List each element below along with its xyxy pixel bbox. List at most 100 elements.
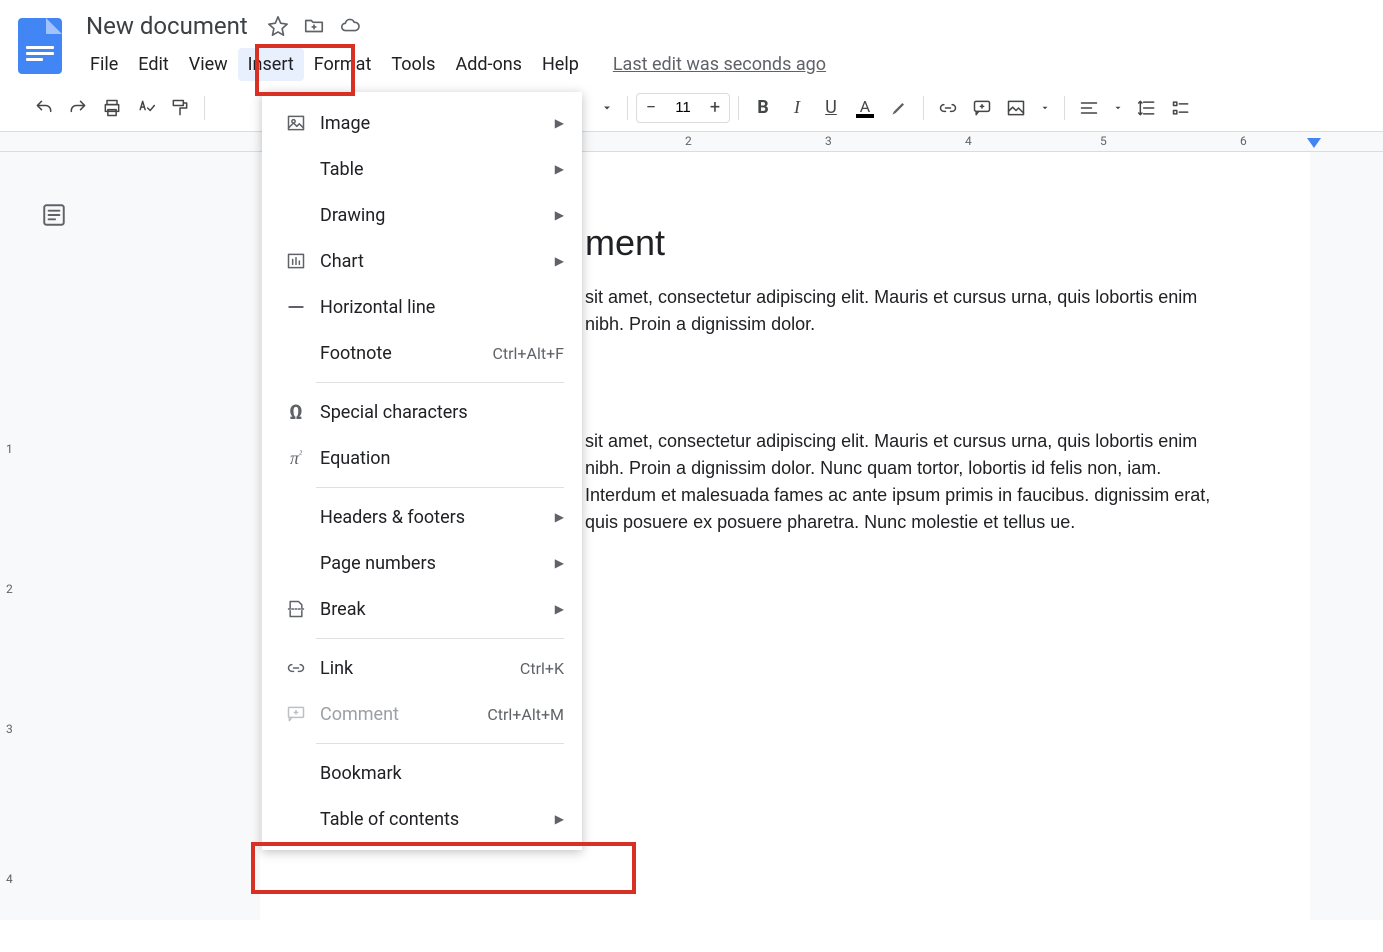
menu-item-label: Headers & footers xyxy=(320,507,555,528)
ruler-mark: 4 xyxy=(6,872,13,886)
insert-menu-page-numbers[interactable]: Page numbers▶ xyxy=(262,540,582,586)
ruler-indent-marker[interactable] xyxy=(1307,138,1321,148)
menu-item-label: Table of contents xyxy=(320,809,555,830)
submenu-arrow-icon: ▶ xyxy=(555,510,564,524)
insert-image-icon[interactable] xyxy=(1000,92,1032,124)
menu-insert[interactable]: Insert xyxy=(238,48,304,81)
ruler-mark: 6 xyxy=(1240,134,1247,148)
menu-item-label: Horizontal line xyxy=(320,297,564,318)
menu-item-label: Image xyxy=(320,113,555,134)
submenu-arrow-icon: ▶ xyxy=(555,812,564,826)
doc-heading[interactable]: ment xyxy=(585,222,1220,264)
menu-separator xyxy=(316,743,564,744)
last-edit-link[interactable]: Last edit was seconds ago xyxy=(613,54,826,75)
menu-separator xyxy=(316,382,564,383)
menu-item-label: Comment xyxy=(320,704,487,725)
image-dropdown[interactable] xyxy=(1034,92,1056,124)
spellcheck-icon[interactable] xyxy=(130,92,162,124)
submenu-arrow-icon: ▶ xyxy=(555,162,564,176)
insert-menu-bookmark[interactable]: Bookmark xyxy=(262,750,582,796)
ruler-mark: 2 xyxy=(685,134,692,148)
menu-tools[interactable]: Tools xyxy=(381,48,445,81)
menu-item-label: Link xyxy=(320,658,520,679)
paint-format-icon[interactable] xyxy=(164,92,196,124)
menu-item-label: Table xyxy=(320,159,555,180)
underline-icon[interactable]: U xyxy=(815,92,847,124)
checklist-icon[interactable] xyxy=(1165,92,1197,124)
menu-item-label: Special characters xyxy=(320,402,564,423)
comment-icon xyxy=(280,704,312,724)
ruler-mark: 1 xyxy=(6,442,13,456)
insert-menu-table-of-contents[interactable]: Table of contents▶ xyxy=(262,796,582,842)
print-icon[interactable] xyxy=(96,92,128,124)
text-color-icon[interactable]: A xyxy=(849,92,881,124)
align-dropdown[interactable] xyxy=(1107,92,1129,124)
menu-addons[interactable]: Add-ons xyxy=(445,48,532,81)
insert-menu-dropdown: Image▶Table▶Drawing▶Chart▶Horizontal lin… xyxy=(262,92,582,850)
highlight-icon[interactable] xyxy=(883,92,915,124)
horizontal-ruler[interactable]: 2 3 4 5 6 xyxy=(0,132,1383,152)
menu-item-label: Page numbers xyxy=(320,553,555,574)
align-icon[interactable] xyxy=(1073,92,1105,124)
shortcut-label: Ctrl+Alt+F xyxy=(492,344,564,363)
menu-item-label: Equation xyxy=(320,448,564,469)
shortcut-label: Ctrl+K xyxy=(520,659,564,678)
menu-item-label: Footnote xyxy=(320,343,492,364)
menu-format[interactable]: Format xyxy=(304,48,382,81)
image-icon xyxy=(280,113,312,133)
ruler-mark: 3 xyxy=(6,722,13,736)
redo-icon[interactable] xyxy=(62,92,94,124)
document-title[interactable]: New document xyxy=(80,10,254,42)
hr-icon xyxy=(280,297,312,317)
font-family-dropdown[interactable] xyxy=(595,92,619,124)
font-size-increase[interactable]: + xyxy=(701,94,729,122)
insert-menu-special-characters[interactable]: Ω Special characters xyxy=(262,389,582,435)
ruler-mark: 2 xyxy=(6,582,13,596)
chart-icon xyxy=(280,251,312,271)
pi-icon: π² xyxy=(280,448,312,469)
docs-logo[interactable] xyxy=(18,18,62,74)
font-size-decrease[interactable]: − xyxy=(637,94,665,122)
menu-help[interactable]: Help xyxy=(532,48,589,81)
insert-menu-comment: CommentCtrl+Alt+M xyxy=(262,691,582,737)
add-comment-icon[interactable] xyxy=(966,92,998,124)
menu-edit[interactable]: Edit xyxy=(128,48,178,81)
link-icon xyxy=(280,658,312,678)
shortcut-label: Ctrl+Alt+M xyxy=(487,705,564,724)
ruler-mark: 4 xyxy=(965,134,972,148)
insert-menu-headers-footers[interactable]: Headers & footers▶ xyxy=(262,494,582,540)
font-size-input[interactable] xyxy=(665,99,701,116)
move-icon[interactable] xyxy=(302,14,326,38)
italic-icon[interactable]: I xyxy=(781,92,813,124)
star-icon[interactable] xyxy=(266,14,290,38)
omega-icon: Ω xyxy=(280,400,312,424)
insert-link-icon[interactable] xyxy=(932,92,964,124)
menu-item-label: Bookmark xyxy=(320,763,564,784)
insert-menu-equation[interactable]: π² Equation xyxy=(262,435,582,481)
bold-icon[interactable]: B xyxy=(747,92,779,124)
line-spacing-icon[interactable] xyxy=(1131,92,1163,124)
cloud-icon[interactable] xyxy=(338,14,362,38)
ruler-mark: 5 xyxy=(1100,134,1107,148)
menu-item-label: Drawing xyxy=(320,205,555,226)
insert-menu-horizontal-line[interactable]: Horizontal line xyxy=(262,284,582,330)
vertical-ruler[interactable]: 1 2 3 4 xyxy=(2,152,22,952)
undo-icon[interactable] xyxy=(28,92,60,124)
menu-item-label: Chart xyxy=(320,251,555,272)
menu-view[interactable]: View xyxy=(179,48,238,81)
submenu-arrow-icon: ▶ xyxy=(555,116,564,130)
submenu-arrow-icon: ▶ xyxy=(555,556,564,570)
insert-menu-image[interactable]: Image▶ xyxy=(262,100,582,146)
insert-menu-link[interactable]: LinkCtrl+K xyxy=(262,645,582,691)
menu-file[interactable]: File xyxy=(80,48,128,81)
break-icon xyxy=(280,599,312,619)
insert-menu-table[interactable]: Table▶ xyxy=(262,146,582,192)
insert-menu-break[interactable]: Break▶ xyxy=(262,586,582,632)
insert-menu-drawing[interactable]: Drawing▶ xyxy=(262,192,582,238)
insert-menu-chart[interactable]: Chart▶ xyxy=(262,238,582,284)
menu-separator xyxy=(316,487,564,488)
insert-menu-footnote[interactable]: FootnoteCtrl+Alt+F xyxy=(262,330,582,376)
submenu-arrow-icon: ▶ xyxy=(555,602,564,616)
ruler-mark: 3 xyxy=(825,134,832,148)
outline-toggle-icon[interactable] xyxy=(41,202,69,230)
